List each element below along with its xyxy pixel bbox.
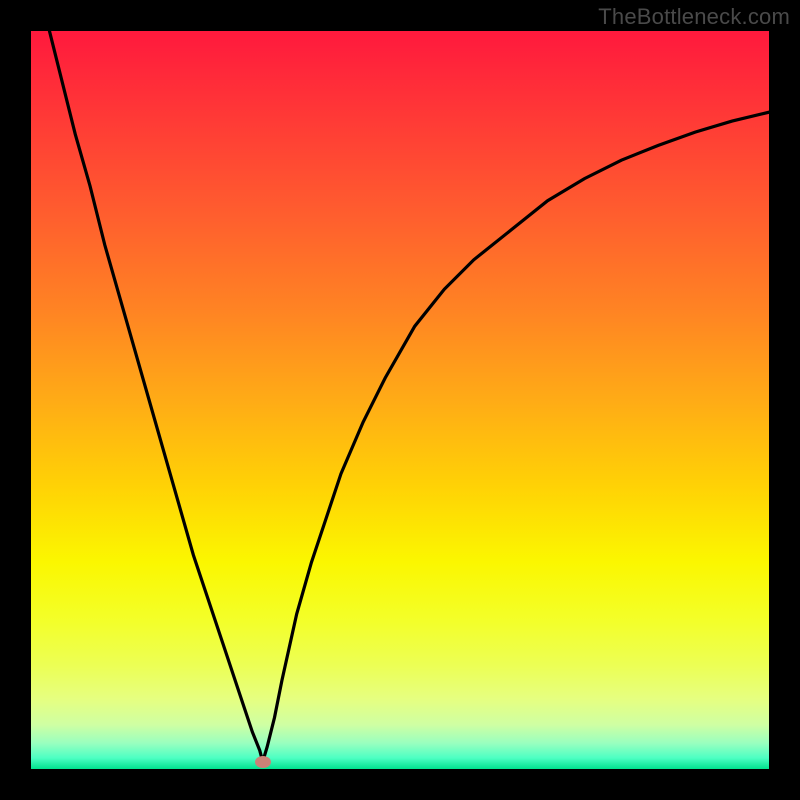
bottleneck-curve [31,31,769,769]
minimum-point-marker [255,756,271,768]
plot-area [31,31,769,769]
watermark-text: TheBottleneck.com [598,4,790,30]
chart-frame: TheBottleneck.com [0,0,800,800]
